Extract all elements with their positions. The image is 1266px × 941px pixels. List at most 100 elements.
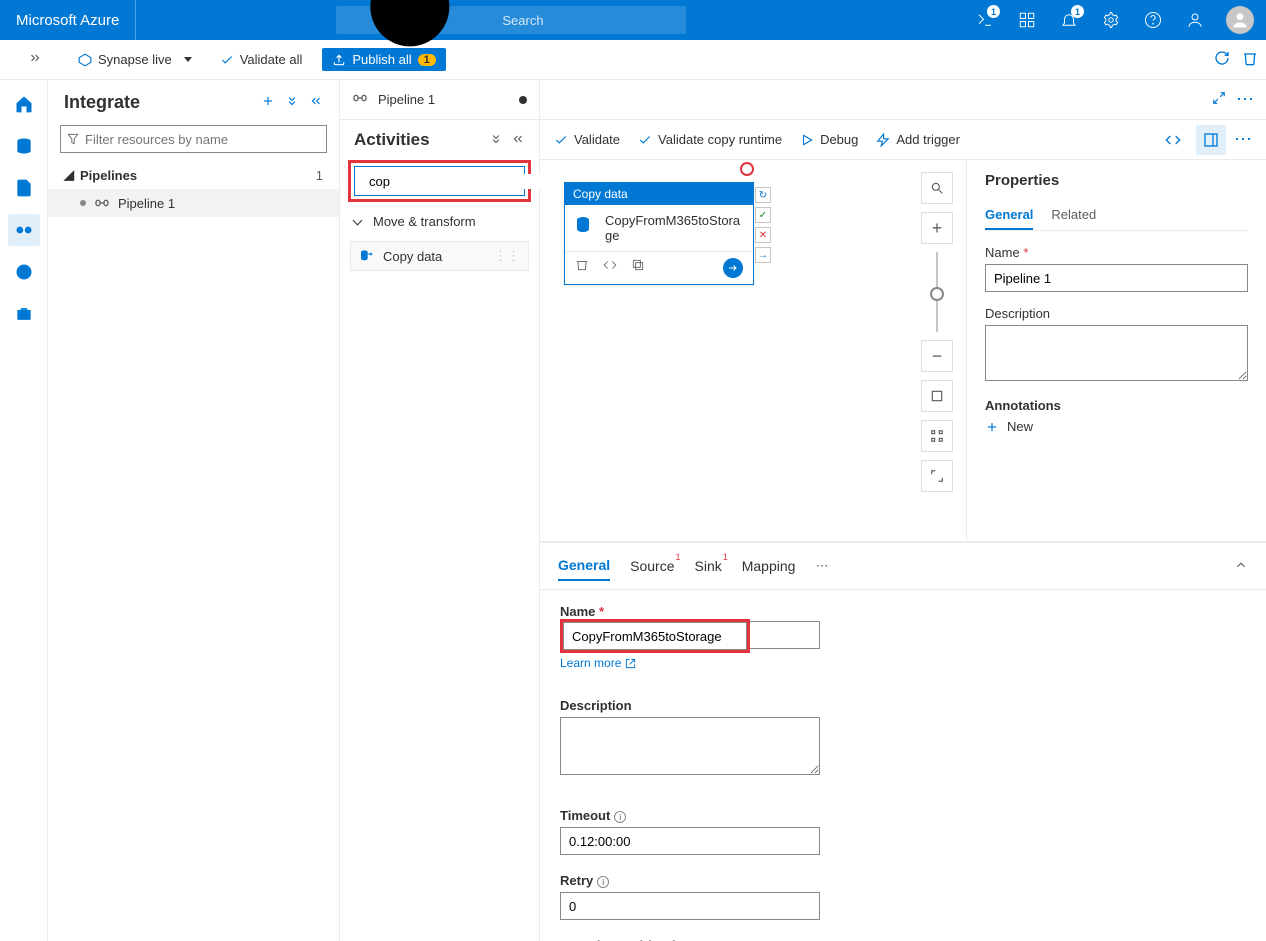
open-icon[interactable]	[723, 258, 743, 278]
rail-integrate[interactable]	[8, 214, 40, 246]
validate-copy-runtime-button[interactable]: Validate copy runtime	[638, 132, 782, 147]
activities-panel: Pipeline 1 Activities Move & transform C…	[340, 80, 540, 941]
azure-topbar: Microsoft Azure 1 1	[0, 0, 1266, 40]
zoom-slider[interactable]	[936, 252, 938, 332]
tab-source[interactable]: Source1	[630, 552, 674, 580]
delete-icon[interactable]	[575, 258, 589, 278]
pipeline-tab[interactable]: Pipeline 1	[340, 80, 539, 120]
activities-search-highlight	[348, 160, 531, 202]
code-view-icon[interactable]	[1158, 125, 1188, 155]
rail-data[interactable]	[8, 130, 40, 162]
properties-toggle-icon[interactable]	[1196, 125, 1226, 155]
prop-annotations-label: Annotations	[985, 398, 1248, 413]
node-ports: ↻ ✓ ✕ →	[755, 187, 771, 263]
synapse-live-dropdown[interactable]: Synapse live	[70, 48, 200, 71]
learn-more-link[interactable]: Learn more	[560, 656, 636, 670]
activity-name-input[interactable]	[563, 622, 747, 650]
activity-description-input[interactable]	[560, 717, 820, 775]
tab-general[interactable]: General	[558, 551, 610, 581]
collapse-activities-icon[interactable]	[511, 132, 525, 149]
discard-icon[interactable]	[1242, 50, 1258, 69]
pipelines-group[interactable]: ◢ Pipelines 1	[48, 161, 339, 189]
clone-icon[interactable]	[631, 258, 645, 278]
feedback-icon[interactable]	[1176, 0, 1214, 40]
prop-description-input[interactable]	[985, 325, 1248, 381]
port-retry-icon[interactable]: ↻	[755, 187, 771, 203]
rail-manage[interactable]	[8, 298, 40, 330]
tab-related[interactable]: Related	[1051, 201, 1096, 230]
filter-input[interactable]	[60, 125, 327, 153]
pipeline-canvas[interactable]: Copy data CopyFromM365toStorage	[540, 160, 966, 541]
port-success-icon[interactable]: ✓	[755, 207, 771, 223]
activity-copy-data[interactable]: Copy data ⋮⋮	[350, 241, 529, 271]
copy-data-node[interactable]: Copy data CopyFromM365toStorage	[564, 182, 754, 285]
port-completion-icon[interactable]: →	[755, 247, 771, 263]
prop-description-label: Description	[985, 306, 1248, 321]
refresh-icon[interactable]	[1214, 50, 1230, 69]
zoom-out-icon[interactable]: −	[921, 340, 953, 372]
rail-monitor[interactable]	[8, 256, 40, 288]
timeout-input[interactable]	[560, 827, 820, 855]
prop-name-label: Name *	[985, 245, 1248, 260]
more-tabs-icon[interactable]: ⋯	[815, 558, 828, 574]
prop-name-input[interactable]	[985, 264, 1248, 292]
port-fail-icon[interactable]: ✕	[755, 227, 771, 243]
zoom-search-icon[interactable]	[921, 172, 953, 204]
global-search[interactable]	[336, 6, 686, 34]
new-annotation-button[interactable]: New	[985, 419, 1248, 434]
fit-screen-icon[interactable]	[921, 380, 953, 412]
expand-rail-icon[interactable]	[28, 51, 42, 68]
properties-header: Properties	[985, 172, 1248, 189]
more-canvas-icon[interactable]: ⋯	[1234, 129, 1252, 150]
expand-editor-icon[interactable]	[1212, 91, 1226, 108]
settings-icon[interactable]	[1092, 0, 1130, 40]
publish-all-button[interactable]: Publish all 1	[322, 48, 445, 71]
hub-rail	[0, 80, 48, 941]
global-search-input[interactable]	[502, 13, 678, 28]
code-icon[interactable]	[603, 258, 617, 278]
tab-sink[interactable]: Sink1	[695, 552, 722, 580]
tab-mapping[interactable]: Mapping	[742, 552, 796, 580]
rail-develop[interactable]	[8, 172, 40, 204]
main-area: Integrate ◢ Pipelines 1 Pipeline 1 Pipel…	[0, 80, 1266, 941]
notifications-icon[interactable]: 1	[1050, 0, 1088, 40]
validate-all-button[interactable]: Validate all	[212, 48, 311, 71]
zoom-in-icon[interactable]: +	[921, 212, 953, 244]
validate-button[interactable]: Validate	[554, 132, 620, 147]
directories-icon[interactable]	[1008, 0, 1046, 40]
auto-align-icon[interactable]	[921, 420, 953, 452]
tab-label: Pipeline 1	[378, 92, 435, 107]
activities-search[interactable]	[354, 166, 525, 196]
more-editor-icon[interactable]: ⋯	[1236, 89, 1254, 110]
help-icon[interactable]	[1134, 0, 1172, 40]
pipeline-item-label: Pipeline 1	[118, 196, 175, 211]
collapse-settings-icon[interactable]	[1234, 558, 1248, 575]
fullscreen-icon[interactable]	[921, 460, 953, 492]
retry-input[interactable]	[560, 892, 820, 920]
node-header: Copy data	[565, 183, 753, 205]
cloudshell-icon[interactable]: 1	[966, 0, 1004, 40]
synapse-live-label: Synapse live	[98, 52, 172, 67]
activities-search-input[interactable]	[369, 174, 545, 189]
pipeline-tree-item[interactable]: Pipeline 1	[48, 189, 339, 217]
brand[interactable]: Microsoft Azure	[0, 0, 136, 40]
activity-group-move-transform[interactable]: Move & transform	[340, 206, 539, 237]
node-actions	[565, 251, 753, 284]
user-avatar[interactable]	[1226, 6, 1254, 34]
collapse-panel-icon[interactable]	[309, 94, 323, 111]
rail-home[interactable]	[8, 88, 40, 120]
filter-resources[interactable]	[60, 125, 327, 153]
debug-button[interactable]: Debug	[800, 132, 858, 147]
pipelines-label: Pipelines	[80, 168, 137, 183]
add-resource-icon[interactable]	[261, 94, 275, 111]
drag-handle-icon[interactable]: ⋮⋮	[494, 248, 520, 264]
zoom-thumb[interactable]	[930, 287, 944, 301]
tab-general[interactable]: General	[985, 201, 1033, 230]
name-highlight	[560, 619, 750, 653]
retry-label: Retryi	[560, 873, 1246, 888]
expand-activities-icon[interactable]	[489, 132, 503, 149]
cloudshell-badge: 1	[987, 5, 1000, 18]
expand-all-icon[interactable]	[285, 94, 299, 111]
copy-data-icon	[573, 213, 597, 240]
add-trigger-button[interactable]: Add trigger	[876, 132, 960, 147]
